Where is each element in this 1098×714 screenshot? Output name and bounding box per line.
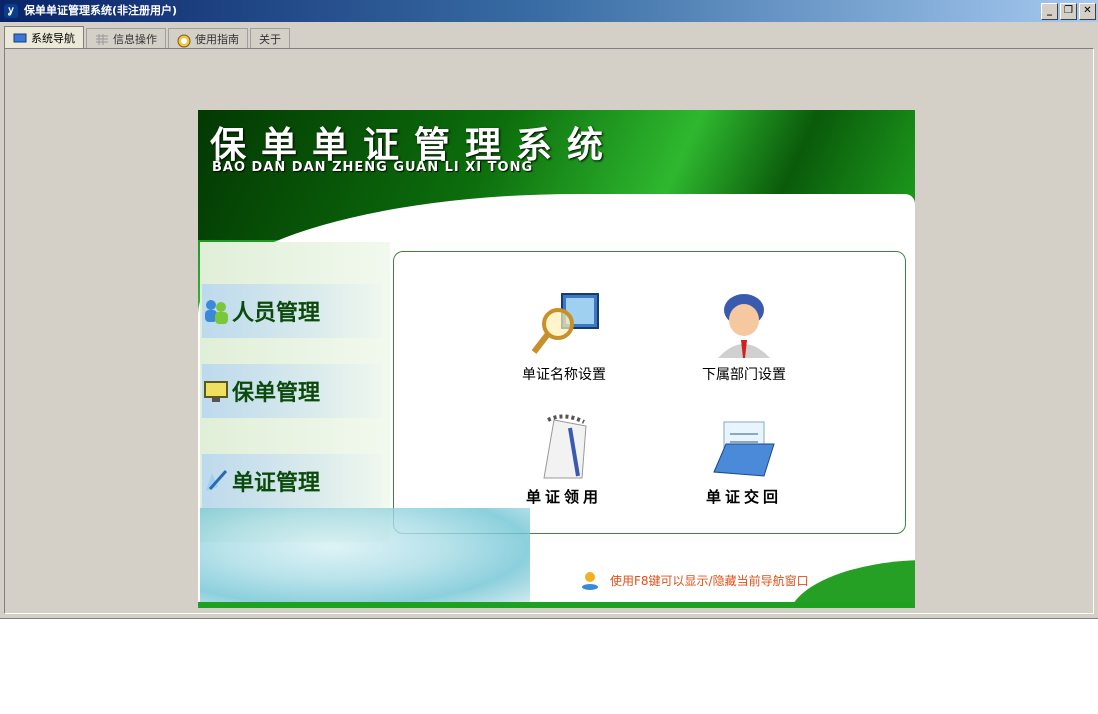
tab-strip: 系统导航 信息操作 使用指南 关于 <box>4 26 292 49</box>
panel-item-label: 单证名称设置 <box>522 367 606 383</box>
tab-system-navigation[interactable]: 系统导航 <box>4 26 84 49</box>
minimize-button[interactable]: _ <box>1041 3 1058 20</box>
cert-receive-button[interactable]: 单证领用 <box>484 412 644 507</box>
cert-return-button[interactable]: 单证交回 <box>664 412 824 507</box>
tab-user-guide[interactable]: 使用指南 <box>168 28 248 49</box>
side-item-label: 保单管理 <box>232 381 321 406</box>
side-item-policy[interactable]: 保单管理 <box>202 364 382 418</box>
tab-label: 信息操作 <box>113 33 157 46</box>
cert-name-setting-button[interactable]: 单证名称设置 <box>484 290 644 384</box>
window-controls: _ ❐ ✕ <box>1041 3 1096 20</box>
user-hint-icon <box>580 570 600 590</box>
decorative-scene <box>200 508 530 606</box>
subdepartment-setting-button[interactable]: 下属部门设置 <box>664 290 824 384</box>
panel-item-label: 下属部门设置 <box>702 367 786 383</box>
help-icon <box>177 34 191 47</box>
grid-icon <box>95 33 109 45</box>
app-logo-icon: ỿ <box>4 4 18 18</box>
bottom-bar <box>198 602 915 608</box>
notebook-icon <box>543 414 587 479</box>
close-button[interactable]: ✕ <box>1079 3 1096 20</box>
f8-hint: 使用F8键可以显示/隐藏当前导航窗口 <box>580 570 809 590</box>
tab-label: 关于 <box>259 33 281 46</box>
function-panel: 单证名称设置 下属部门设置 单证领用 单证交回 <box>393 251 906 534</box>
person-icon <box>718 294 770 358</box>
panel-item-label: 单证领用 <box>525 488 602 506</box>
panel-item-label: 单证交回 <box>705 488 782 506</box>
monitor-icon <box>13 33 27 44</box>
navigation-panel: 保单单证管理系统 BAO DAN DAN ZHENG GUAN LI XI TO… <box>198 110 915 608</box>
side-item-label: 单证管理 <box>232 471 321 496</box>
restore-button[interactable]: ❐ <box>1060 3 1077 20</box>
side-item-label: 人员管理 <box>232 301 321 326</box>
tab-info-operation[interactable]: 信息操作 <box>86 28 166 49</box>
title-bar: ỿ 保单单证管理系统(非注册用户) _ ❐ ✕ <box>0 0 1098 22</box>
hint-text: 使用F8键可以显示/隐藏当前导航窗口 <box>610 573 809 588</box>
pen-icon <box>202 467 230 495</box>
tab-label: 系统导航 <box>31 32 75 45</box>
monitor-icon <box>202 377 230 405</box>
tab-label: 使用指南 <box>195 33 239 46</box>
folder-document-icon <box>713 421 775 477</box>
app-window: ỿ 保单单证管理系统(非注册用户) _ ❐ ✕ 系统导航 信息操作 使用指南 关… <box>0 0 1098 619</box>
side-item-certificate[interactable]: 单证管理 <box>202 454 382 508</box>
magnifier-computer-icon <box>531 293 599 354</box>
window-title: 保单单证管理系统(非注册用户) <box>24 4 178 17</box>
nav-subtitle: BAO DAN DAN ZHENG GUAN LI XI TONG <box>212 160 534 175</box>
side-item-personnel[interactable]: 人员管理 <box>202 284 382 338</box>
tab-about[interactable]: 关于 <box>250 28 290 49</box>
users-icon <box>202 297 230 325</box>
